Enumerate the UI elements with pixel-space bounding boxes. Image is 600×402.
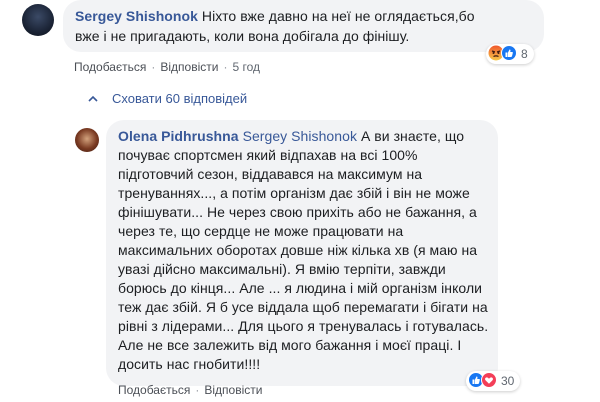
comment-line-1: Olena Pidhrushna Sergey Shishonok А ви з…	[118, 127, 464, 146]
like-link[interactable]: Подобається	[118, 383, 190, 397]
comment-text: досить нас гнобити!!!!	[118, 356, 261, 372]
hide-replies-toggle[interactable]: Сховати 60 відповідей	[88, 91, 247, 106]
comment-time[interactable]: 5 год	[232, 60, 260, 74]
comment-text: А ви знаєте, що	[360, 128, 465, 144]
comment-text: увазі дійсно максимальні). Я вмію терпіт…	[118, 261, 446, 277]
mention-link[interactable]: Sergey Shishonok	[243, 128, 357, 144]
comment-line-1: Sergey Shishonok Ніхто вже давно на неї …	[75, 7, 475, 26]
comment-actions: Подобається · Відповісти · 5 год	[74, 60, 260, 74]
comment-text: тренуваннях..., а потім організм дає збі…	[118, 185, 470, 201]
comment-text: борюсь до кінця... Але ... я людина і мі…	[118, 280, 483, 296]
comment-text: почуває спортсмен який відпахав на всі 1…	[118, 147, 418, 163]
comment-text: фінішувати... Не через свою прихіть або …	[118, 204, 477, 220]
comment-actions: Подобається · Відповісти	[118, 383, 263, 397]
hide-replies-label[interactable]: Сховати 60 відповідей	[112, 91, 247, 106]
comment-text: Ніхто вже давно на неї не оглядається,бо	[201, 8, 475, 24]
reactions-summary[interactable]: 30	[466, 371, 521, 391]
comment-text: через те, що сердце не може працювати на	[118, 223, 404, 239]
reactions-summary[interactable]: 8	[486, 44, 534, 64]
comment-text: вже і не пригадають, коли вона добігала …	[75, 28, 410, 44]
comment-author[interactable]: Sergey Shishonok	[75, 8, 198, 24]
comment-bubble-sergey: Sergey Shishonok Ніхто вже давно на неї …	[63, 0, 544, 52]
comment-text: теж дає збій. Я б усе віддала щоб перема…	[118, 299, 488, 315]
avatar-sergey[interactable]	[22, 4, 54, 36]
comment-bubble-olena: Olena Pidhrushna Sergey Shishonok А ви з…	[106, 120, 498, 386]
like-icon	[501, 44, 517, 64]
comment-text: підготовчий сезон, віддавався на максиму…	[118, 166, 423, 182]
chevron-up-icon	[88, 95, 98, 102]
comment-text: максимальних оборотах довше ніж кілька х…	[118, 242, 478, 258]
reply-link[interactable]: Відповісти	[160, 60, 218, 74]
avatar-olena[interactable]	[75, 128, 99, 152]
comment-author[interactable]: Olena Pidhrushna	[118, 128, 239, 144]
comment-text: Але не все залежить від мого бажання і м…	[118, 337, 462, 353]
love-icon	[481, 371, 497, 391]
like-link[interactable]: Подобається	[74, 60, 146, 74]
reaction-count: 30	[501, 374, 515, 388]
reaction-count: 8	[521, 47, 528, 61]
comment-text: рівні з лідерами... Для цього я тренувал…	[118, 318, 489, 334]
reply-link[interactable]: Відповісти	[204, 383, 262, 397]
